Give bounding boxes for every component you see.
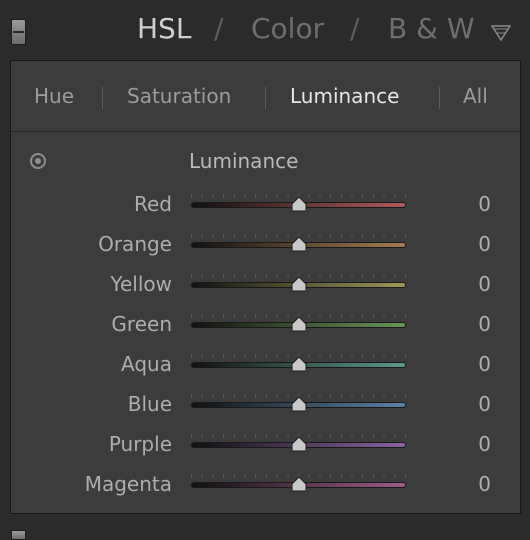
tab-bw[interactable]: B & W bbox=[388, 12, 475, 46]
collapse-triangle-icon[interactable] bbox=[491, 24, 511, 42]
panel-header: HSL / Color / B & W bbox=[0, 0, 530, 60]
subtab-divider bbox=[265, 87, 266, 109]
slider-row-green: Green 0 bbox=[11, 303, 520, 343]
slider-thumb[interactable] bbox=[290, 356, 308, 372]
slider-value[interactable]: 0 bbox=[461, 432, 491, 456]
slider-value[interactable]: 0 bbox=[461, 312, 491, 336]
next-panel-switch-icon[interactable] bbox=[11, 530, 26, 540]
slider-thumb[interactable] bbox=[290, 436, 308, 452]
slider-label: Purple bbox=[108, 432, 172, 456]
slider-label: Green bbox=[111, 312, 172, 336]
subtab-all[interactable]: All bbox=[463, 84, 488, 108]
slider-label: Red bbox=[134, 192, 172, 216]
slider-row-blue: Blue 0 bbox=[11, 383, 520, 423]
target-adjustment-icon[interactable] bbox=[30, 153, 46, 169]
slider-thumb[interactable] bbox=[290, 396, 308, 412]
slider-thumb[interactable] bbox=[290, 276, 308, 292]
slider-thumb[interactable] bbox=[290, 476, 308, 492]
slider-label: Yellow bbox=[110, 272, 172, 296]
slider-value[interactable]: 0 bbox=[461, 272, 491, 296]
slider-label: Magenta bbox=[84, 472, 172, 496]
subtab-divider-line bbox=[11, 131, 520, 132]
tab-color[interactable]: Color bbox=[251, 12, 324, 46]
subtab-hue[interactable]: Hue bbox=[34, 84, 74, 108]
section-title: Luminance bbox=[189, 149, 299, 173]
slider-label: Blue bbox=[127, 392, 172, 416]
tab-hsl[interactable]: HSL bbox=[137, 12, 191, 46]
subtab-divider bbox=[102, 87, 103, 109]
subtab-luminance[interactable]: Luminance bbox=[290, 84, 399, 108]
subtab-bar: Hue Saturation Luminance All bbox=[11, 61, 520, 131]
slider-label: Aqua bbox=[121, 352, 172, 376]
slider-row-red: Red 0 bbox=[11, 183, 520, 223]
subtab-divider bbox=[439, 87, 440, 109]
slider-thumb[interactable] bbox=[290, 196, 308, 212]
slider-value[interactable]: 0 bbox=[461, 352, 491, 376]
slider-thumb[interactable] bbox=[290, 316, 308, 332]
slider-value[interactable]: 0 bbox=[461, 392, 491, 416]
slider-value[interactable]: 0 bbox=[461, 192, 491, 216]
slider-value[interactable]: 0 bbox=[461, 472, 491, 496]
slider-value[interactable]: 0 bbox=[461, 232, 491, 256]
slider-label: Orange bbox=[98, 232, 172, 256]
slider-row-magenta: Magenta 0 bbox=[11, 463, 520, 503]
slider-row-aqua: Aqua 0 bbox=[11, 343, 520, 383]
subtab-saturation[interactable]: Saturation bbox=[127, 84, 231, 108]
hsl-panel: Hue Saturation Luminance All Luminance R… bbox=[10, 60, 521, 514]
slider-row-yellow: Yellow 0 bbox=[11, 263, 520, 303]
slider-thumb[interactable] bbox=[290, 236, 308, 252]
tab-separator: / bbox=[214, 12, 224, 45]
slider-row-purple: Purple 0 bbox=[11, 423, 520, 463]
slider-row-orange: Orange 0 bbox=[11, 223, 520, 263]
tab-separator: / bbox=[350, 12, 360, 45]
panel-switch-icon[interactable] bbox=[11, 19, 26, 45]
